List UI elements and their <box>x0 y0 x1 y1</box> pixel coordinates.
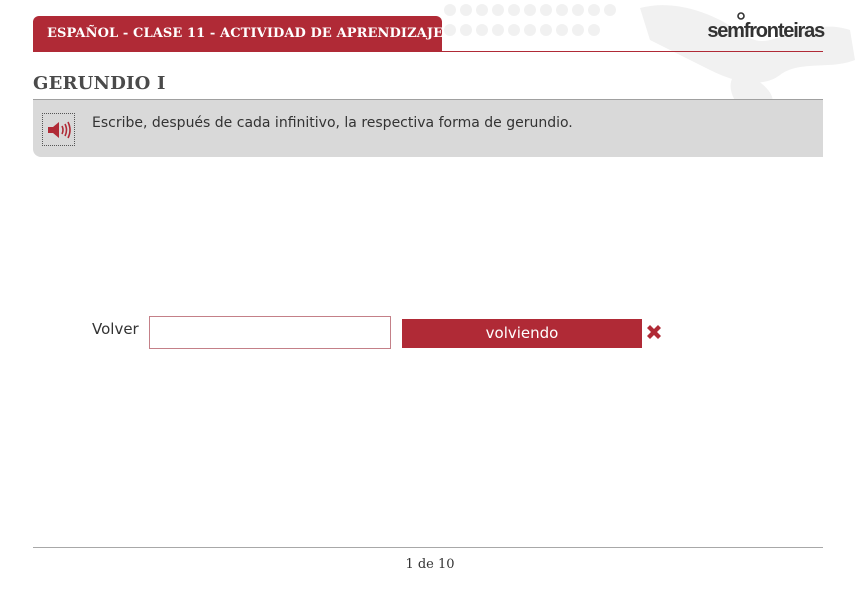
cross-icon <box>647 325 661 339</box>
course-header-tab: ESPAÑOL - CLASE 11 - ACTIVIDAD DE APREND… <box>33 16 443 52</box>
footer-divider <box>33 547 823 548</box>
instruction-text: Escribe, después de cada infinitivo, la … <box>92 115 573 131</box>
activity-page: ESPAÑOL - CLASE 11 - ACTIVIDAD DE APREND… <box>0 0 860 600</box>
correct-answer-badge: volviendo <box>402 319 642 348</box>
play-audio-button[interactable] <box>42 113 75 146</box>
instruction-panel: Escribe, después de cada infinitivo, la … <box>33 99 823 157</box>
activity-title: GERUNDIO I <box>33 73 166 94</box>
header-divider <box>33 51 823 52</box>
page-indicator: 1 de 10 <box>405 557 455 572</box>
brand-name: semfronteiras <box>707 20 825 42</box>
infinitive-label: Volver <box>92 320 139 338</box>
brand-logo: semfronteiras <box>707 12 825 44</box>
location-pin-icon <box>737 12 746 20</box>
gerund-answer-input[interactable] <box>149 316 391 349</box>
speaker-icon <box>47 121 71 138</box>
